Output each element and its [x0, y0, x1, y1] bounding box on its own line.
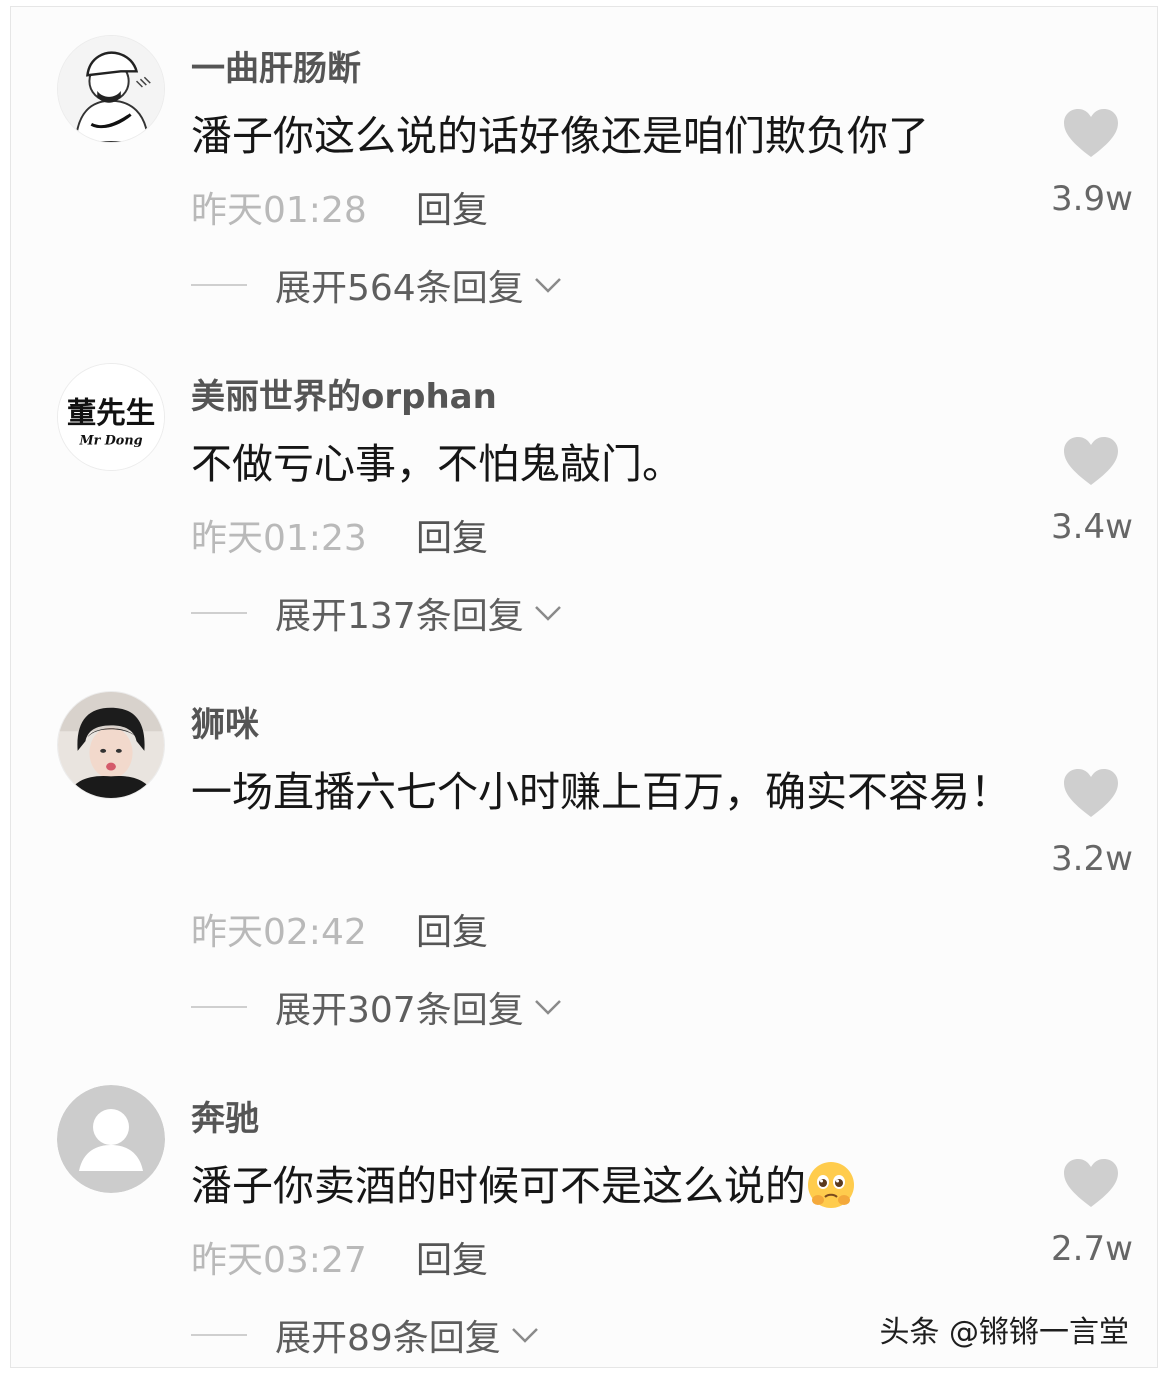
expand-replies-label: 展开137条回复 — [275, 596, 524, 637]
reply-button[interactable]: 回复 — [416, 903, 488, 955]
chevron-down-icon — [534, 606, 561, 621]
calligraphy-avatar-icon[interactable]: 董先生 Mr Dong — [57, 363, 165, 471]
username[interactable]: 奔驰 — [191, 1091, 259, 1140]
expand-replies-label: 展开307条回复 — [275, 990, 524, 1031]
username[interactable]: 一曲肝肠断 — [191, 41, 361, 90]
heart-icon — [1064, 1159, 1118, 1207]
like-count: 2.7w — [1051, 1229, 1133, 1269]
heart-icon — [1064, 109, 1118, 157]
like-count: 3.4w — [1051, 507, 1133, 547]
pleading-face-emoji-icon — [808, 1162, 854, 1208]
comment-text: 不做亏心事，不怕鬼敲门。 — [191, 440, 683, 488]
expand-replies-label: 展开564条回复 — [275, 268, 524, 309]
expand-replies-button[interactable]: 展开89条回复 — [191, 1313, 541, 1359]
comment-time: 昨天03:27 — [191, 1240, 367, 1281]
divider-line — [191, 612, 247, 614]
avatar-calligraphy-text: 董先生 — [67, 395, 155, 430]
expand-replies-button[interactable]: 展开137条回复 — [191, 591, 564, 637]
reply-button[interactable]: 回复 — [416, 509, 488, 561]
like-button[interactable]: 3.9w — [1051, 107, 1133, 219]
divider-line — [191, 1334, 247, 1336]
nike-cap-avatar-icon[interactable] — [57, 35, 165, 143]
like-button[interactable]: 2.7w — [1051, 1157, 1133, 1269]
photo-avatar-icon[interactable] — [57, 691, 165, 799]
comment-time: 昨天02:42 — [191, 912, 367, 953]
heart-icon — [1064, 437, 1118, 485]
reply-button[interactable]: 回复 — [416, 1231, 488, 1283]
expand-replies-button[interactable]: 展开307条回复 — [191, 985, 564, 1031]
expand-replies-button[interactable]: 展开564条回复 — [191, 263, 564, 309]
comment-text-content: 潘子你卖酒的时候可不是这么说的 — [191, 1162, 806, 1210]
comment-text: 潘子你卖酒的时候可不是这么说的 — [191, 1153, 1021, 1219]
heart-icon — [1064, 769, 1118, 817]
comment-item: 一曲肝肠断 潘子你这么说的话好像还是咱们欺负你了 昨天01:28 回复 展开56… — [11, 7, 1157, 327]
comment-list: 一曲肝肠断 潘子你这么说的话好像还是咱们欺负你了 昨天01:28 回复 展开56… — [10, 6, 1158, 1368]
divider-line — [191, 284, 247, 286]
comment-time: 昨天01:23 — [191, 518, 367, 559]
comment-text: 一场直播六七个小时赚上百万，确实不容易！ — [191, 768, 1011, 816]
watermark: 头条 @锵锵一言堂 — [879, 1315, 1129, 1350]
username[interactable]: 美丽世界的orphan — [191, 369, 497, 418]
comment-item: 董先生 Mr Dong 美丽世界的orphan 不做亏心事，不怕鬼敲门。 昨天0… — [11, 335, 1157, 655]
like-count: 3.9w — [1051, 179, 1133, 219]
like-button[interactable]: 3.2w — [1051, 767, 1133, 879]
comment-item: 狮咪 一场直播六七个小时赚上百万，确实不容易！ 昨天02:42 回复 展开307… — [11, 663, 1157, 1063]
comment-time: 昨天01:28 — [191, 190, 367, 231]
chevron-down-icon — [534, 278, 561, 293]
default-avatar-icon[interactable] — [57, 1085, 165, 1193]
reply-button[interactable]: 回复 — [416, 181, 488, 233]
username[interactable]: 狮咪 — [191, 697, 259, 746]
chevron-down-icon — [534, 1000, 561, 1015]
comment-text: 潘子你这么说的话好像还是咱们欺负你了 — [191, 112, 929, 160]
like-button[interactable]: 3.4w — [1051, 435, 1133, 547]
like-count: 3.2w — [1051, 839, 1133, 879]
chevron-down-icon — [511, 1328, 538, 1343]
expand-replies-label: 展开89条回复 — [275, 1318, 501, 1359]
divider-line — [191, 1006, 247, 1008]
avatar-calligraphy-subtext: Mr Dong — [78, 433, 142, 448]
